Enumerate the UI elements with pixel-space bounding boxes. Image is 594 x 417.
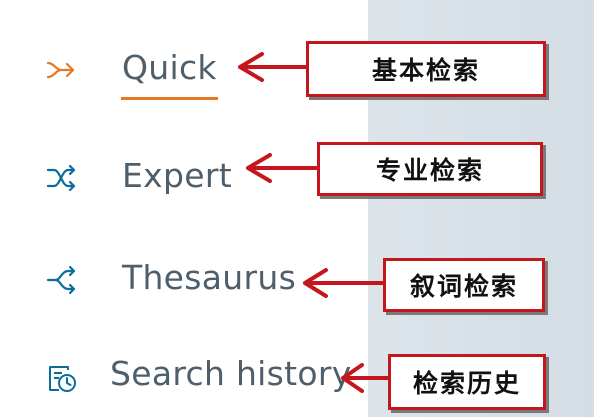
active-underline [121,97,218,100]
branch-arrows-icon [46,265,76,295]
menu-label-quick: Quick [122,48,217,87]
shuffle-icon [46,163,76,193]
annotation-box-history: 检索历史 [388,354,546,410]
annotation-box-quick: 基本检索 [306,41,546,97]
annotation-box-expert: 专业检索 [317,142,543,196]
annotation-text-history: 检索历史 [412,369,521,398]
annotation-text-quick: 基本检索 [371,56,480,85]
menu-label-thesaurus: Thesaurus [122,258,297,297]
annotation-box-thesaurus: 叙词检索 [383,258,545,312]
quick-arrow-icon [46,55,76,85]
annotation-text-expert: 专业检索 [375,156,484,185]
menu-item-thesaurus[interactable]: Thesaurus [0,250,368,310]
menu-item-expert[interactable]: Expert [0,148,368,208]
menu-label-expert: Expert [122,156,232,195]
history-document-icon [46,362,76,392]
menu-item-search-history[interactable]: Search history [0,346,368,406]
annotation-text-thesaurus: 叙词检索 [409,272,518,301]
menu-label-search-history: Search history [110,354,352,393]
